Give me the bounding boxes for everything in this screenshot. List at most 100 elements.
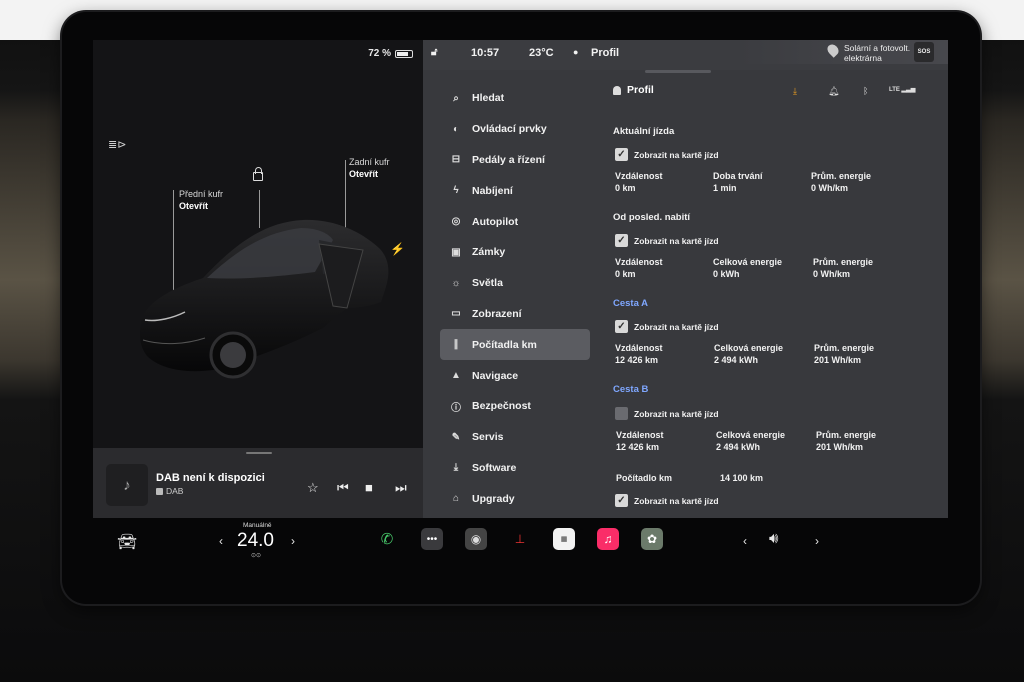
media-title: DAB není k dispozici: [156, 472, 265, 484]
car-icon: ⊟: [451, 154, 461, 166]
previous-track-icon[interactable]: ⏮: [337, 481, 349, 494]
nav-item-charging[interactable]: ϟ Nabíjení: [440, 175, 590, 206]
panel-drag-handle[interactable]: [645, 70, 711, 73]
more-icon[interactable]: •••: [421, 528, 443, 550]
volume-down-chevron-icon[interactable]: ‹: [743, 534, 747, 548]
temp-decrease-chevron-icon[interactable]: ‹: [219, 534, 223, 548]
since-charge-distance: Vzdálenost 0 km: [615, 257, 663, 279]
settings-nav: ⌕ Hledat ◐ Ovládací prvky ⊟ Pedály a řízení…: [440, 83, 590, 514]
checkbox-label: Zobrazit na kartě jízd: [634, 235, 719, 246]
calendar-icon[interactable]: ▦: [553, 528, 575, 550]
nav-item-upgrades[interactable]: ⌂ Upgrady: [440, 483, 590, 514]
stop-icon[interactable]: ■: [365, 481, 373, 494]
nav-label: Ovládací prvky: [472, 123, 547, 136]
charging-station-name[interactable]: Solární a fotovolt. elektrárna: [844, 43, 920, 63]
camera-icon[interactable]: ◉: [465, 528, 487, 550]
nav-label: Bezpečnost: [472, 400, 531, 413]
current-trip-avg: Prům. energie 0 Wh/km: [811, 171, 872, 193]
bell-icon[interactable]: 🔔︎: [828, 86, 839, 97]
road-icon: ∥: [453, 339, 459, 351]
nav-item-trips[interactable]: ∥ Počítadla km: [440, 329, 590, 361]
nav-label: Software: [472, 461, 517, 474]
outside-temp: 23°C: [529, 47, 554, 59]
nav-item-software[interactable]: ⤓ Software: [440, 453, 590, 484]
car-model-image: [139, 219, 389, 379]
download-update-icon[interactable]: ⤓: [793, 86, 797, 97]
checkbox-check-icon: ✓: [615, 494, 628, 507]
bag-icon: ⌂: [452, 493, 460, 505]
rear-trunk-control[interactable]: Zadní kufr Otevřít: [349, 156, 390, 180]
clock: 10:57: [471, 47, 500, 59]
joystick-icon[interactable]: ⊥: [509, 528, 531, 550]
nav-item-lights[interactable]: ☼ Světla: [440, 268, 590, 299]
favorite-star-icon[interactable]: ☆: [307, 481, 319, 494]
battery-indicator: 72 %: [368, 48, 413, 59]
climate-temperature[interactable]: 24.0: [237, 530, 274, 552]
checkbox-check-icon: ✓: [615, 234, 628, 247]
nav-item-pedals[interactable]: ⊟ Pedály a řízení: [440, 145, 590, 176]
front-trunk-label: Přední kufr: [179, 189, 224, 199]
trip-b-energy: Celková energie 2 494 kWh: [716, 430, 786, 452]
nav-item-locks[interactable]: ▣ Zámky: [440, 237, 590, 268]
wrench-icon: ✎: [451, 431, 461, 443]
since-charge-energy: Celková energie 0 kWh: [713, 257, 783, 279]
trip-a-distance: Vzdálenost 12 426 km: [615, 343, 663, 365]
nav-label: Upgrady: [472, 492, 515, 505]
nav-label: Světla: [472, 277, 503, 290]
music-icon[interactable]: ♫: [597, 528, 619, 550]
since-charge-checkbox[interactable]: ✓ Zobrazit na kartě jízd: [615, 234, 719, 247]
phone-icon[interactable]: ✆: [376, 528, 398, 550]
volume-up-chevron-icon[interactable]: ›: [815, 534, 819, 548]
checkbox-label: Zobrazit na kartě jízd: [634, 321, 719, 332]
since-charge-title: Od posled. nabití: [613, 212, 691, 223]
status-profile-icon[interactable]: ●: [573, 47, 578, 57]
current-trip-duration: Doba trvání 1 min: [713, 171, 763, 193]
trip-b-checkbox[interactable]: ✓ Zobrazit na kartě jízd: [615, 407, 719, 420]
status-profile[interactable]: Profil: [591, 47, 619, 59]
touchscreen: 72 % ≣⊳ Přední kufr Otevřít Zadní kufr O…: [93, 40, 948, 518]
nav-item-display[interactable]: ▭ Zobrazení: [440, 299, 590, 330]
headlights-icon[interactable]: ≣⊳: [108, 138, 126, 151]
toggle-icon: ◐: [452, 123, 460, 135]
lte-signal-icon: LTE ▂▃▅: [889, 87, 916, 93]
nav-label: Autopilot: [472, 215, 519, 228]
nav-item-search[interactable]: ⌕ Hledat: [440, 83, 590, 114]
nav-label: Pedály a řízení: [472, 153, 545, 166]
music-note-icon: ♪: [106, 464, 148, 506]
toybox-icon[interactable]: ✿: [641, 528, 663, 550]
display-icon: ▭: [451, 308, 461, 320]
checkbox-label: Zobrazit na kartě jízd: [634, 495, 719, 506]
current-trip-distance: Vzdálenost 0 km: [615, 171, 663, 193]
profile-icon: [613, 85, 621, 95]
lock-status-icon[interactable]: 🔓︎: [431, 47, 437, 58]
temp-increase-chevron-icon[interactable]: ›: [291, 534, 295, 548]
nav-item-navigation[interactable]: ▲ Navigace: [440, 360, 590, 391]
front-trunk-control[interactable]: Přední kufr Otevřít: [179, 188, 223, 212]
nav-item-controls[interactable]: ◐ Ovládací prvky: [440, 114, 590, 145]
trip-a-checkbox[interactable]: ✓ Zobrazit na kartě jízd: [615, 320, 719, 333]
lte-label: LTE: [889, 87, 900, 93]
current-trip-checkbox[interactable]: ✓ Zobrazit na kartě jízd: [615, 148, 719, 161]
trip-a-avg: Prům. energie 201 Wh/km: [814, 343, 875, 365]
odometer-checkbox[interactable]: ✓ Zobrazit na kartě jízd: [615, 494, 719, 507]
bluetooth-icon[interactable]: ᛒ: [863, 86, 868, 96]
fan-icon[interactable]: ⊙⊙: [251, 552, 261, 559]
content-profile[interactable]: Profil: [613, 84, 654, 96]
media-player[interactable]: ♪ DAB není k dispozici DAB ☆ ⏮ ■ ⏭: [93, 448, 423, 518]
nav-item-autopilot[interactable]: ◎ Autopilot: [440, 206, 590, 237]
car-icon[interactable]: 🚘︎: [117, 532, 137, 552]
nav-item-service[interactable]: ✎ Servis: [440, 422, 590, 453]
sos-button[interactable]: SOS: [914, 42, 934, 62]
nav-label: Servis: [472, 431, 504, 444]
nav-label: Nabíjení: [472, 184, 513, 197]
content-profile-label: Profil: [627, 84, 654, 96]
nav-label: Zobrazení: [472, 307, 522, 320]
next-track-icon[interactable]: ⏭: [395, 481, 407, 494]
unlock-icon[interactable]: [253, 167, 263, 181]
volume-icon[interactable]: 🔊︎: [769, 530, 778, 547]
nav-item-safety[interactable]: ⓘ Bezpečnost: [440, 391, 590, 422]
trip-a-energy: Celková energie 2 494 kWh: [714, 343, 784, 365]
rear-trunk-open[interactable]: Otevřít: [349, 168, 390, 180]
car-panel: 72 % ≣⊳ Přední kufr Otevřít Zadní kufr O…: [93, 40, 423, 518]
media-drag-handle[interactable]: [246, 452, 272, 454]
